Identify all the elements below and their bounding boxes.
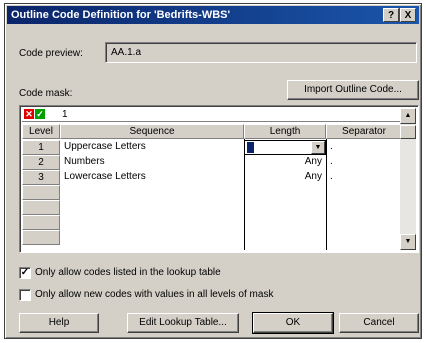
code-preview-value: AA.1.a: [111, 47, 142, 58]
all-levels-label[interactable]: Only allow new codes with values in all …: [35, 289, 273, 300]
column-header-length[interactable]: Length: [244, 124, 326, 139]
code-mask-label: Code mask:: [19, 88, 73, 99]
chevron-down-icon[interactable]: ▼: [311, 141, 325, 154]
edit-lookup-table-button[interactable]: Edit Lookup Table...: [127, 313, 239, 333]
sequence-cell[interactable]: Numbers: [64, 155, 242, 170]
column-header-separator[interactable]: Separator: [326, 124, 402, 139]
row-header[interactable]: 2: [22, 155, 60, 170]
row-header[interactable]: 1: [22, 140, 60, 155]
grid-edit-bar: ✕ ✓ 1: [22, 108, 403, 122]
window-title: Outline Code Definition for 'Bedrifts-WB…: [11, 9, 231, 21]
lookup-only-label[interactable]: Only allow codes listed in the lookup ta…: [35, 267, 221, 278]
column-header-level[interactable]: Level: [22, 124, 60, 139]
code-mask-grid: ✕ ✓ 1 Level Sequence Length Separator 1 …: [19, 105, 419, 253]
code-preview-label: Code preview:: [19, 48, 83, 59]
length-selected-value: [247, 142, 254, 153]
length-cell[interactable]: Any: [246, 170, 324, 185]
separator-cell[interactable]: .: [330, 155, 400, 170]
grid-divider: [326, 139, 327, 250]
scroll-up-icon[interactable]: ▲: [400, 108, 416, 124]
check-icon[interactable]: ✓: [35, 109, 45, 119]
length-dropdown[interactable]: ▼: [244, 140, 326, 155]
x-icon[interactable]: ✕: [24, 109, 34, 119]
vertical-scrollbar[interactable]: ▲ ▼: [400, 108, 416, 250]
lookup-only-checkbox[interactable]: ✓: [19, 267, 31, 279]
separator-cell[interactable]: .: [330, 140, 400, 155]
column-header-sequence[interactable]: Sequence: [60, 124, 244, 139]
row-header[interactable]: [22, 230, 60, 245]
scroll-down-icon[interactable]: ▼: [400, 234, 416, 250]
row-header[interactable]: [22, 185, 60, 200]
scroll-thumb[interactable]: [400, 125, 416, 139]
grid-divider: [244, 139, 245, 250]
close-button[interactable]: X: [400, 8, 416, 22]
outline-code-dialog: Outline Code Definition for 'Bedrifts-WB…: [4, 3, 422, 339]
help-title-button[interactable]: ?: [383, 8, 399, 22]
separator-cell[interactable]: .: [330, 170, 400, 185]
code-preview-field: AA.1.a: [105, 42, 417, 63]
row-header[interactable]: [22, 215, 60, 230]
ok-button[interactable]: OK: [252, 312, 334, 334]
sequence-cell[interactable]: Lowercase Letters: [64, 170, 242, 185]
help-button[interactable]: Help: [19, 313, 99, 333]
cancel-button[interactable]: Cancel: [339, 313, 419, 333]
length-cell[interactable]: Any: [246, 155, 324, 170]
row-header[interactable]: 3: [22, 170, 60, 185]
grid-edit-value[interactable]: 1: [62, 109, 68, 120]
import-outline-code-button[interactable]: Import Outline Code...: [287, 80, 419, 100]
row-header[interactable]: [22, 200, 60, 215]
all-levels-checkbox[interactable]: [19, 289, 31, 301]
title-bar: Outline Code Definition for 'Bedrifts-WB…: [7, 6, 419, 24]
sequence-cell[interactable]: Uppercase Letters: [64, 140, 242, 155]
